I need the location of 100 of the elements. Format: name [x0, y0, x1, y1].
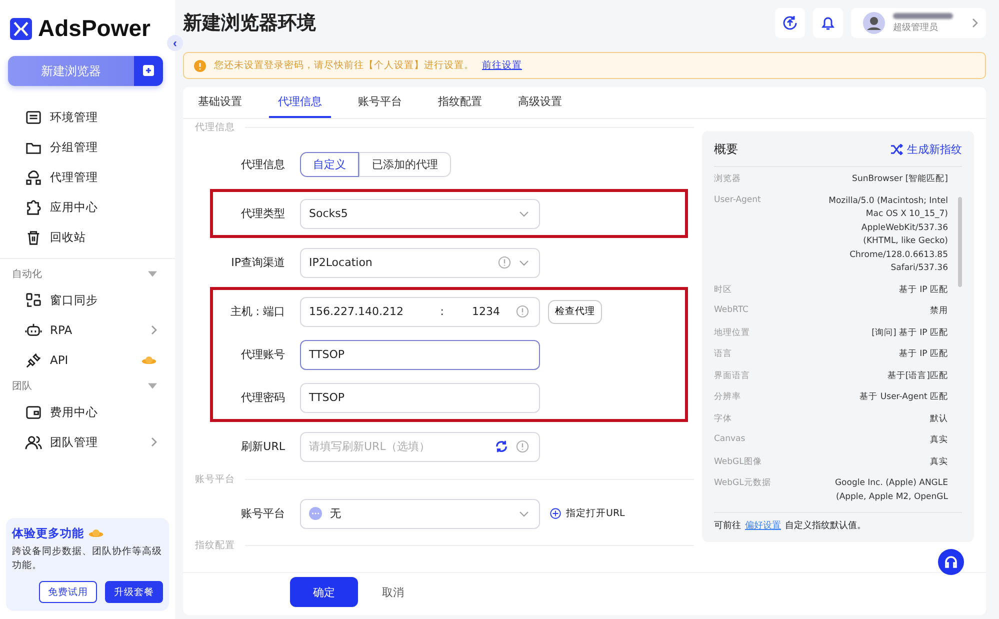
summary-label: 界面语言 — [714, 370, 750, 382]
summary-value: 真实 — [930, 456, 948, 468]
group-heading: 团队 — [12, 380, 32, 393]
refresh-icon[interactable] — [495, 440, 508, 453]
wallet-icon — [25, 404, 42, 420]
user-role: 超级管理员 — [893, 22, 939, 34]
upload-icon — [782, 15, 798, 31]
input-field[interactable]: TTSOP — [300, 340, 540, 370]
summary-value: 基于[语言]匹配 — [887, 370, 948, 382]
check-proxy-button[interactable]: 检查代理 — [548, 300, 602, 324]
nav-item[interactable]: 回收站 — [0, 222, 175, 252]
summary-value: 基于 IP 匹配 — [898, 284, 948, 296]
summary-label: WebRTC — [714, 305, 748, 317]
summary-value: Mozilla/5.0 (Macintosh; Intel — [828, 194, 948, 208]
summary-value: AppleWebKit/537.36 — [861, 222, 948, 234]
plus-circle-icon — [550, 508, 561, 519]
summary-label: 浏览器 — [714, 173, 741, 186]
bell-icon — [820, 15, 836, 31]
list-icon — [25, 108, 42, 126]
nav-item[interactable]: 团队管理 — [0, 427, 175, 457]
tab[interactable]: 高级设置 — [509, 87, 571, 118]
shuffle-icon — [890, 144, 903, 155]
field-label: 主机 : 端口 — [229, 304, 285, 319]
sync-icon — [25, 292, 42, 308]
scrollbar[interactable] — [958, 197, 962, 287]
notification-button[interactable] — [813, 8, 843, 38]
field-label: 账号平台 — [240, 506, 285, 521]
caret-icon — [519, 260, 529, 266]
tab[interactable]: 账号平台 — [349, 87, 411, 118]
planet-badge-icon — [141, 354, 157, 366]
summary-value: (KHTML, like Gecko) — [863, 235, 948, 248]
select-field[interactable]: Socks5 — [300, 198, 540, 228]
collapse-button[interactable]: ‹ — [167, 35, 183, 51]
settings-link[interactable]: 前往设置 — [482, 59, 522, 72]
warning-icon — [194, 60, 206, 72]
summary-label: 时区 — [714, 284, 732, 296]
select-field[interactable]: 无 — [300, 498, 540, 528]
nav-item[interactable]: 代理管理 — [0, 162, 175, 192]
summary-value: 基于 User-Agent 匹配 — [860, 391, 948, 404]
field-label: IP查询渠道 — [230, 255, 285, 270]
footer-text: 自定义指纹默认值。 — [785, 520, 866, 532]
summary-value: 真实 — [930, 434, 948, 447]
summary-value: Mac OS X 10_15_7) — [866, 208, 948, 221]
plus-square-icon — [142, 64, 156, 78]
nav-item[interactable]: RPA — [0, 315, 175, 345]
host-port-field[interactable]: 156.227.140.212 : 1234 — [300, 296, 540, 326]
summary-value: Safari/537.36 — [890, 262, 948, 275]
section-heading: 账号平台 — [195, 473, 235, 486]
upload-sync-button[interactable] — [775, 8, 805, 38]
nav-item[interactable]: 费用中心 — [0, 397, 175, 427]
summary-label: WebGL元数据 — [714, 477, 771, 490]
headset-icon — [943, 554, 959, 570]
summary-title: 概要 — [714, 141, 738, 158]
summary-label: 字体 — [714, 412, 732, 426]
open-url-link[interactable]: 指定打开URL — [550, 507, 625, 520]
section-heading: 指纹配置 — [195, 539, 235, 552]
app-name: AdsPower — [38, 15, 150, 42]
caret-icon — [519, 210, 529, 216]
segment-option[interactable]: 自定义 — [300, 152, 359, 177]
tab[interactable]: 基础设置 — [189, 87, 251, 118]
generate-fingerprint-link[interactable]: 生成新指纹 — [890, 142, 962, 157]
puzzle-icon — [25, 198, 42, 216]
info-icon — [516, 305, 529, 318]
nav-item[interactable]: 应用中心 — [0, 192, 175, 222]
promo-text: 跨设备同步数据、团队协作等高级功能。 — [12, 544, 163, 573]
users-icon — [25, 434, 42, 450]
nav-item[interactable]: API — [0, 345, 175, 375]
nav-item[interactable]: 环境管理 — [0, 102, 175, 132]
tab[interactable]: 指纹配置 — [429, 87, 491, 118]
trash-icon — [25, 228, 42, 246]
cloud-icon — [25, 168, 42, 186]
cancel-button[interactable]: 取消 — [376, 584, 410, 600]
summary-value: 禁用 — [930, 305, 948, 318]
segment-option[interactable]: 已添加的代理 — [359, 152, 451, 177]
input-field[interactable]: TTSOP — [300, 382, 540, 412]
support-button[interactable] — [938, 549, 964, 575]
avatar-icon — [863, 12, 885, 34]
logo-icon — [10, 18, 32, 40]
trial-button[interactable]: 免费试用 — [39, 581, 97, 603]
field-label: 代理信息 — [240, 157, 285, 172]
summary-value: Google Inc. (Apple) ANGLE — [834, 477, 948, 490]
nav-item[interactable]: 分组管理 — [0, 132, 175, 162]
section-heading: 代理信息 — [195, 121, 235, 134]
add-button[interactable] — [134, 56, 163, 86]
plug-icon — [25, 352, 42, 368]
tab[interactable]: 代理信息 — [269, 87, 331, 118]
summary-value: SunBrowser [智能匹配] — [852, 173, 948, 186]
summary-value: Chrome/128.0.6613.85 — [850, 248, 948, 262]
field-label: 刷新URL — [240, 439, 285, 454]
upgrade-button[interactable]: 升级套餐 — [105, 581, 163, 603]
info-icon — [516, 440, 529, 453]
promo-title: 体验更多功能 — [12, 526, 84, 540]
select-field[interactable]: IP2Location — [300, 248, 540, 278]
confirm-button[interactable]: 确定 — [290, 577, 358, 607]
nav-item[interactable]: 窗口同步 — [0, 285, 175, 315]
summary-label: 分辨率 — [714, 391, 741, 404]
notice-text: 您还未设置登录密码，请尽快前往【个人设置】进行设置。 — [214, 59, 474, 72]
more-icon — [309, 507, 322, 520]
page-title: 新建浏览器环境 — [183, 11, 316, 36]
user-menu[interactable]: 超级管理员 — [851, 8, 986, 38]
